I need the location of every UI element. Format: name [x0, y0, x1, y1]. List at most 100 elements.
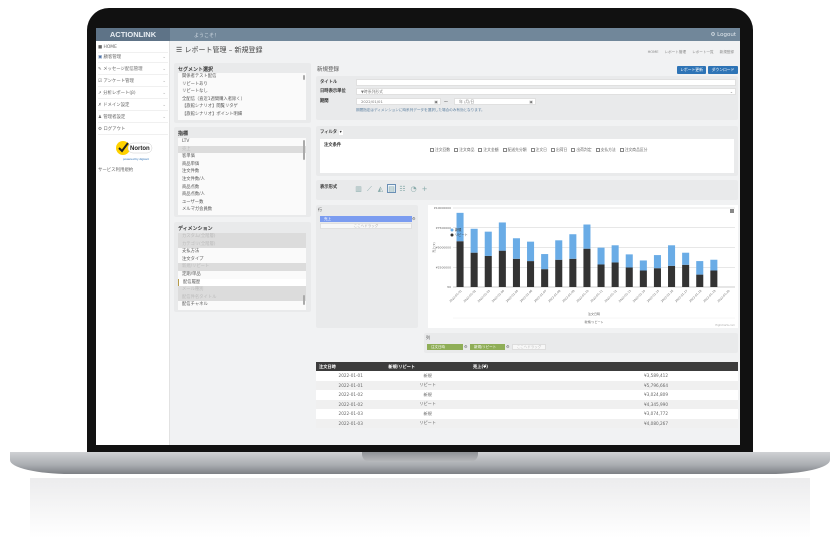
terms-link[interactable]: サービス利用規約	[98, 167, 133, 173]
segment-scrollbar[interactable]	[303, 75, 305, 80]
logout-link[interactable]: ⚙ Logout	[710, 32, 736, 38]
chevron-down-icon: ⌄	[162, 67, 166, 72]
filter-toggle[interactable]: フィルタ ▾	[320, 129, 343, 135]
table-row: 2022-01-03 新規 ¥3,074,772	[316, 409, 738, 419]
sidebar-item-surveys[interactable]: ☑ アンケート管理 ⌄	[98, 77, 168, 87]
column-header-order-date[interactable]: 注文日時	[316, 362, 386, 371]
dimension-item[interactable]: カテゴリ(全階層)	[178, 240, 306, 249]
segment-item[interactable]: 関係者テスト配信	[178, 73, 306, 81]
dimension-item[interactable]: 定期/単品	[178, 271, 306, 279]
cell-type: 新規	[385, 390, 470, 400]
segment-item[interactable]: 全配信（直近1週間購入者除く）	[178, 96, 306, 104]
dimension-item[interactable]: 支払方法	[178, 248, 306, 256]
column-chip-new-repeat[interactable]: 新規/リピート	[470, 344, 505, 350]
chart-menu-icon[interactable]	[730, 209, 734, 213]
sidebar-item-domain[interactable]: ✗ ドメイン設定 ⌄	[98, 101, 168, 111]
line-chart-icon[interactable]: ⟋	[365, 185, 374, 194]
metric-item[interactable]: 商品単価	[178, 161, 306, 169]
checkbox-order-amount[interactable]: 注文金額	[478, 147, 499, 153]
chart-container: ¥0 ¥2500000 ¥5000000 ¥7500000 ¥10000000 2022-…	[428, 205, 738, 328]
cell-date: 2022-01-02	[316, 399, 386, 409]
bar-repeat	[512, 258, 520, 287]
date-from-value: 2022/01/01	[361, 99, 383, 104]
title-input[interactable]	[356, 79, 736, 86]
plus-icon[interactable]: +	[420, 185, 429, 194]
metric-item[interactable]: 商品点数	[178, 184, 306, 192]
table-row: 2022-01-01 新規 ¥3,589,412	[316, 371, 738, 381]
bar-new	[668, 245, 676, 266]
metrics-scrollbar[interactable]	[303, 140, 305, 160]
checkbox-order-count[interactable]: 注文回数	[430, 147, 450, 153]
date-to-input[interactable]: 年 /月/日 ▣	[454, 98, 536, 105]
segment-item[interactable]: 【旅館シナリオ】閲覧リタゲ	[178, 103, 306, 111]
unit-select[interactable]: ▼時系列形式 ⌄	[356, 88, 736, 95]
bar-repeat	[583, 248, 591, 287]
calendar-icon[interactable]: ▣	[529, 99, 533, 105]
column-drop-zone[interactable]: ここへドラッグ	[512, 344, 546, 350]
sidebar-item-messages[interactable]: ✎ メッセージ配信管理 ⌄	[98, 65, 168, 75]
checkbox-product-class[interactable]: 注文商品区分	[619, 147, 647, 153]
checkbox-payment-method[interactable]: 支払方法	[595, 147, 616, 153]
segment-list[interactable]: 関係者テスト配信 リピートあり リピートなし 全配信（直近1週間購入者除く） 【…	[178, 73, 306, 120]
dimension-scrollbar[interactable]	[303, 295, 305, 305]
logo[interactable]: ACTIONLINK	[96, 28, 170, 41]
bar-repeat	[639, 270, 647, 287]
date-from-input[interactable]: 2022/01/01 ▣	[356, 98, 441, 105]
dimension-item[interactable]: 注文タイプ	[178, 256, 306, 264]
sidebar-item-admin[interactable]: ♟ 管理者設定 ⌄	[98, 113, 168, 123]
metric-item[interactable]: 注文件数	[178, 168, 306, 176]
bar-repeat	[470, 252, 478, 287]
stacked-bar-icon[interactable]: ▤	[387, 184, 396, 193]
breadcrumb-home[interactable]: HOME	[648, 50, 659, 54]
date-separator: 〜	[444, 99, 448, 104]
sidebar-item-reports[interactable]: ↗ 分析レポート(β) ⌄	[98, 89, 168, 99]
metric-item[interactable]: LTV	[178, 138, 306, 146]
calendar-icon[interactable]: ▣	[434, 99, 438, 105]
column-chip-order-date[interactable]: 注文日時	[427, 344, 463, 350]
metric-item-selected[interactable]: 売上	[178, 145, 306, 154]
menu-icon[interactable]: ☰	[176, 46, 185, 54]
checkbox-ship-judgement[interactable]: 出荷判定	[571, 147, 592, 153]
row-chip-sales[interactable]: 売上	[320, 216, 412, 222]
breadcrumb-report-list[interactable]: レポート一覧	[692, 50, 714, 54]
sidebar-item-home[interactable]: ■ HOME	[98, 43, 168, 53]
gear-icon[interactable]: ⚙	[464, 344, 468, 349]
dimension-item[interactable]: カスタム(全階層)	[178, 233, 306, 241]
metric-item[interactable]: メルマガ会員数	[178, 206, 306, 214]
legend-marker	[450, 228, 454, 232]
column-header-sales[interactable]: 売上(¥)	[469, 362, 738, 371]
segment-item[interactable]: 【旅館シナリオ】ポイント明細	[178, 111, 306, 119]
metric-item[interactable]: 商品点数/人	[178, 191, 306, 199]
dimension-item[interactable]: メール種別	[178, 286, 306, 294]
metrics-list[interactable]: LTV 売上 客単価 商品単価 注文件数 注文件数/人 商品点数 商品点数/人 …	[178, 138, 306, 215]
checkbox-order-date[interactable]: 注文日	[530, 147, 547, 153]
table-icon[interactable]: ☷	[398, 185, 407, 194]
column-header-new-repeat[interactable]: 新規/リピート	[385, 362, 470, 371]
update-report-button[interactable]: レポート更新	[677, 66, 706, 74]
row-drop-zone[interactable]: ここへドラッグ	[320, 223, 412, 229]
dimension-item[interactable]: 新規/リピート	[178, 263, 306, 271]
sidebar-item-customers[interactable]: ▣ 顧客管理 ⌄	[98, 53, 168, 63]
dimension-list[interactable]: カスタム(全階層) カテゴリ(全階層) 支払方法 注文タイプ 新規/リピート 定…	[178, 233, 306, 310]
metric-item[interactable]: 注文件数/人	[178, 176, 306, 184]
pie-chart-icon[interactable]: ◔	[409, 185, 418, 194]
sidebar-item-logout[interactable]: ⚙ ログアウト	[98, 125, 168, 135]
bar-new	[498, 222, 506, 251]
checkbox-shipping-class[interactable]: 配送先分類	[502, 147, 527, 153]
gear-icon[interactable]: ⚙	[506, 344, 510, 349]
gear-icon[interactable]: ⚙	[412, 216, 416, 221]
app-screen: ACTIONLINK ようこそ！ ⚙ Logout ■ HOME ▣ 顧客管理 ⌄…	[96, 28, 740, 445]
dimension-item[interactable]: 配信件名タイトル	[178, 293, 306, 302]
checkbox-ship-date[interactable]: 出荷日	[550, 147, 567, 153]
download-button[interactable]: ダウンロード	[708, 66, 738, 74]
checkbox-order-product[interactable]: 注文商品	[454, 147, 474, 153]
bar-chart-icon[interactable]: ▥	[354, 185, 363, 194]
segment-item[interactable]: リピートなし	[178, 88, 306, 96]
dimension-item[interactable]: 配信チャネル	[178, 301, 306, 309]
area-chart-icon[interactable]: ◭	[376, 185, 385, 194]
segment-item[interactable]: リピートあり	[178, 81, 306, 89]
metric-item[interactable]: 客単価	[178, 153, 306, 161]
bar-new	[710, 259, 718, 271]
metric-item[interactable]: ユーザー数	[178, 199, 306, 207]
breadcrumb-report-management[interactable]: レポート管理	[665, 50, 687, 54]
